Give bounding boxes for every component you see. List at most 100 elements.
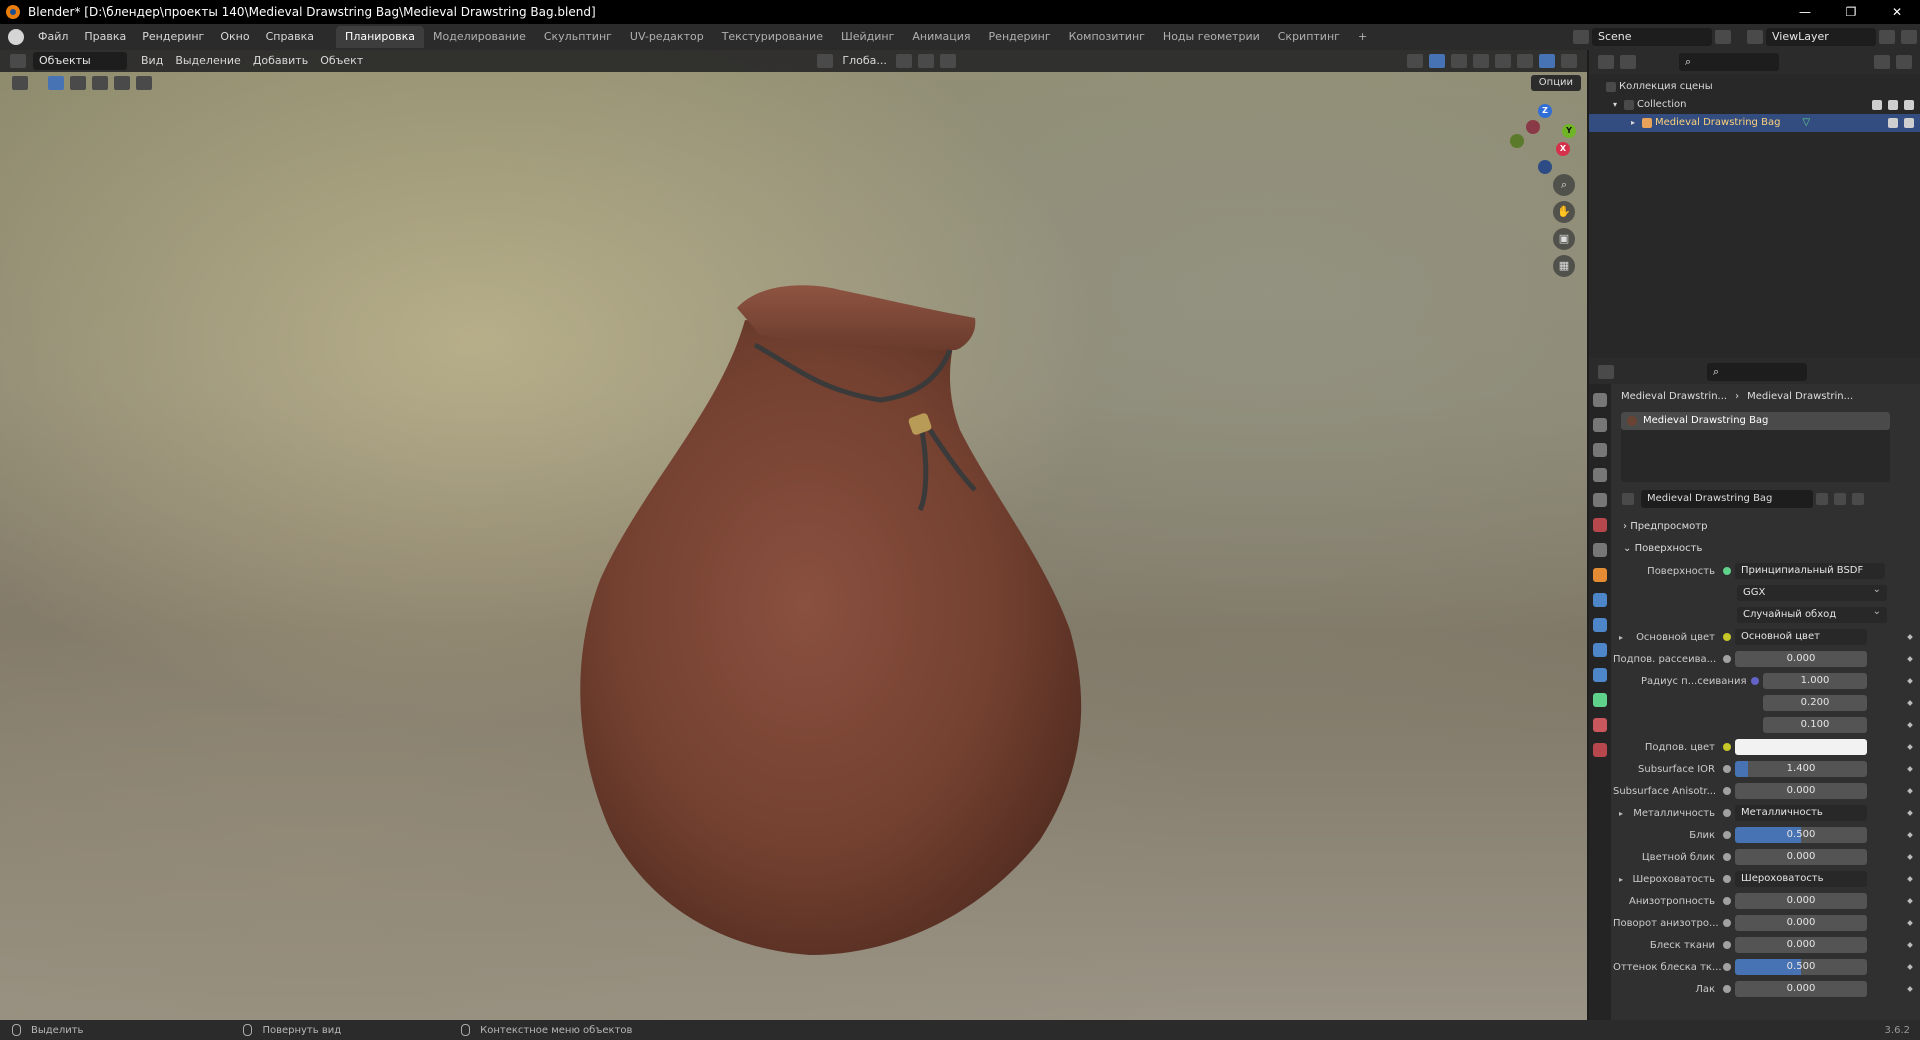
property-value-field[interactable]: 0.100 <box>1763 717 1867 733</box>
duplicate-material-icon[interactable] <box>1834 493 1846 505</box>
gizmo-x-axis[interactable]: X <box>1556 142 1570 156</box>
add-workspace-button[interactable]: + <box>1349 26 1376 48</box>
expand-icon[interactable]: ▸ <box>1631 114 1635 132</box>
keyframe-icon[interactable] <box>1907 920 1913 926</box>
menu-render[interactable]: Рендеринг <box>134 26 212 48</box>
object-visibility-icon[interactable] <box>1888 118 1898 128</box>
collection-render-icon[interactable] <box>1904 100 1914 110</box>
new-scene-icon[interactable] <box>1715 30 1731 44</box>
close-button[interactable]: ✕ <box>1874 0 1920 24</box>
socket-icon[interactable] <box>1723 765 1731 773</box>
tab-texture-paint[interactable]: Текстурирование <box>713 26 832 48</box>
material-name-field[interactable]: Medieval Drawstring Bag <box>1641 490 1813 508</box>
world-tab-icon[interactable] <box>1593 518 1607 532</box>
material-slot-item[interactable]: Medieval Drawstring Bag <box>1621 412 1890 430</box>
scene-selector[interactable]: Scene <box>1592 28 1712 46</box>
socket-icon[interactable] <box>1723 809 1731 817</box>
properties-editor-type-icon[interactable] <box>1598 365 1614 379</box>
socket-icon[interactable] <box>1723 875 1731 883</box>
menu-edit[interactable]: Правка <box>76 26 134 48</box>
keyframe-icon[interactable] <box>1907 964 1913 970</box>
physics-tab-icon[interactable] <box>1593 643 1607 657</box>
outliner-scene-collection[interactable]: Коллекция сцены <box>1589 78 1920 96</box>
tab-sculpting[interactable]: Скульптинг <box>535 26 621 48</box>
modifiers-tab-icon[interactable] <box>1593 593 1607 607</box>
maximize-button[interactable]: ❐ <box>1828 0 1874 24</box>
tool-tab-icon[interactable] <box>1593 393 1607 407</box>
keyframe-icon[interactable] <box>1907 766 1913 772</box>
tab-modeling[interactable]: Моделирование <box>424 26 535 48</box>
keyframe-icon[interactable] <box>1907 832 1913 838</box>
remove-view-layer-icon[interactable] <box>1901 30 1917 44</box>
outliner-search-input[interactable]: ⌕ <box>1679 53 1779 71</box>
socket-icon[interactable] <box>1723 919 1731 927</box>
property-value-field[interactable]: 0.000 <box>1735 981 1867 997</box>
keyframe-icon[interactable] <box>1907 986 1913 992</box>
linked-input-field[interactable]: Металличность <box>1735 805 1867 821</box>
keyframe-icon[interactable] <box>1907 942 1913 948</box>
new-collection-icon[interactable] <box>1896 55 1912 69</box>
socket-icon[interactable] <box>1723 633 1731 641</box>
keyframe-icon[interactable] <box>1907 854 1913 860</box>
property-value-field[interactable]: 0.000 <box>1735 783 1867 799</box>
linked-input-field[interactable]: Основной цвет <box>1735 629 1867 645</box>
object-tab-icon[interactable] <box>1593 568 1607 582</box>
collapse-icon[interactable]: ▾ <box>1613 96 1617 114</box>
keyframe-icon[interactable] <box>1907 678 1913 684</box>
subsurface-method-select[interactable]: Случайный обход <box>1737 604 1887 623</box>
collection-visibility-icon[interactable] <box>1888 100 1898 110</box>
fake-user-icon[interactable] <box>1816 493 1828 505</box>
surface-shader-field[interactable]: Принципиальный BSDF <box>1735 563 1885 579</box>
perspective-toggle-icon[interactable]: ▦ <box>1553 255 1575 277</box>
material-slot-list[interactable]: Medieval Drawstring Bag <box>1621 412 1890 482</box>
property-value-field[interactable]: 0.000 <box>1735 849 1867 865</box>
linked-input-field[interactable]: Шероховатость <box>1735 871 1867 887</box>
socket-icon[interactable] <box>1723 831 1731 839</box>
outliner-editor-type-icon[interactable] <box>1598 55 1614 69</box>
property-value-field[interactable]: 0.000 <box>1735 915 1867 931</box>
keyframe-icon[interactable] <box>1907 744 1913 750</box>
gizmo-y-axis[interactable]: Y <box>1562 124 1576 138</box>
object-render-icon[interactable] <box>1904 118 1914 128</box>
data-tab-icon[interactable] <box>1593 693 1607 707</box>
zoom-icon[interactable]: ⌕ <box>1553 174 1575 196</box>
outliner-object-bag[interactable]: ▸ Medieval Drawstring Bag ▽ <box>1589 114 1920 132</box>
property-value-field[interactable]: 1.400 <box>1735 761 1867 777</box>
material-browse-icon[interactable] <box>1622 493 1634 505</box>
menu-file[interactable]: Файл <box>30 26 76 48</box>
keyframe-icon[interactable] <box>1907 788 1913 794</box>
property-value-field[interactable]: 0.000 <box>1735 651 1867 667</box>
socket-icon[interactable] <box>1723 787 1731 795</box>
collection-tab-icon[interactable] <box>1593 543 1607 557</box>
socket-icon[interactable] <box>1751 677 1759 685</box>
tab-geometry-nodes[interactable]: Ноды геометрии <box>1154 26 1269 48</box>
preview-panel-header[interactable]: › Предпросмотр <box>1613 516 1920 538</box>
pan-hand-icon[interactable]: ✋ <box>1553 201 1575 223</box>
keyframe-icon[interactable] <box>1907 810 1913 816</box>
constraints-tab-icon[interactable] <box>1593 668 1607 682</box>
outliner-filter-icon[interactable] <box>1874 55 1890 69</box>
outliner-display-mode-icon[interactable] <box>1620 55 1636 69</box>
property-value-field[interactable]: 0.200 <box>1763 695 1867 711</box>
menu-help[interactable]: Справка <box>258 26 322 48</box>
menu-window[interactable]: Окно <box>212 26 257 48</box>
property-value-field[interactable]: 0.500 <box>1735 959 1867 975</box>
property-value-field[interactable]: 0.000 <box>1735 937 1867 953</box>
collection-checkbox-icon[interactable] <box>1872 100 1882 110</box>
keyframe-icon[interactable] <box>1907 700 1913 706</box>
new-view-layer-icon[interactable] <box>1879 30 1895 44</box>
distribution-select[interactable]: GGX <box>1737 582 1887 601</box>
socket-icon[interactable] <box>1723 897 1731 905</box>
tab-layout[interactable]: Планировка <box>336 26 425 48</box>
tab-rendering[interactable]: Рендеринг <box>980 26 1060 48</box>
tab-shading[interactable]: Шейдинг <box>832 26 903 48</box>
expand-socket-icon[interactable]: ▸ <box>1619 875 1623 884</box>
view-layer-selector[interactable]: ViewLayer <box>1766 28 1876 46</box>
gizmo-neg-x-axis[interactable] <box>1526 120 1540 134</box>
minimize-button[interactable]: — <box>1782 0 1828 24</box>
gizmo-neg-z-axis[interactable] <box>1538 160 1552 174</box>
texture-tab-icon[interactable] <box>1593 743 1607 757</box>
properties-search-input[interactable]: ⌕ <box>1707 363 1807 381</box>
keyframe-icon[interactable] <box>1907 634 1913 640</box>
particles-tab-icon[interactable] <box>1593 618 1607 632</box>
